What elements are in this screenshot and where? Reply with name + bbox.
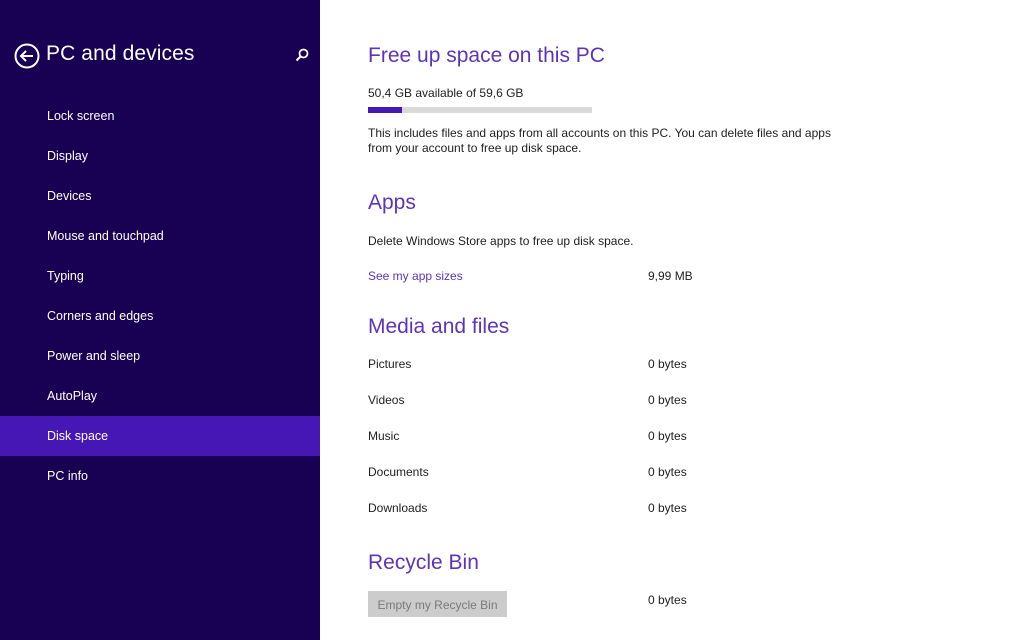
sidebar: PC and devices Lock screen Display Devic… [0,0,320,640]
storage-usage-fill [368,107,403,113]
search-button[interactable] [294,47,310,63]
sidebar-item-corners-and-edges[interactable]: Corners and edges [0,296,320,336]
storage-available-text: 50,4 GB available of 59,6 GB [368,86,524,100]
sidebar-nav: Lock screen Display Devices Mouse and to… [0,96,320,496]
apps-title: Apps [368,191,416,214]
see-my-app-sizes-link[interactable]: See my app sizes [368,269,463,283]
media-row-music-value: 0 bytes [648,429,687,443]
sidebar-header: PC and devices [14,40,310,74]
recycle-bin-title: Recycle Bin [368,551,479,574]
sidebar-item-autoplay[interactable]: AutoPlay [0,376,320,416]
sidebar-item-typing[interactable]: Typing [0,256,320,296]
media-row-downloads-value: 0 bytes [648,501,687,515]
settings-window: PC and devices Lock screen Display Devic… [0,0,1024,640]
media-row-videos-value: 0 bytes [648,393,687,407]
free-space-title: Free up space on this PC [368,44,605,67]
media-row-documents-label: Documents [368,465,429,479]
apps-size-value: 9,99 MB [648,269,693,283]
media-and-files-title: Media and files [368,315,510,338]
apps-description: Delete Windows Store apps to free up dis… [368,234,634,248]
sidebar-item-display[interactable]: Display [0,136,320,176]
back-arrow-icon [14,43,40,69]
sidebar-item-pc-info[interactable]: PC info [0,456,320,496]
free-space-description: This includes files and apps from all ac… [368,126,831,155]
media-row-downloads-label: Downloads [368,501,428,515]
sidebar-item-power-and-sleep[interactable]: Power and sleep [0,336,320,376]
sidebar-title: PC and devices [46,42,195,65]
storage-usage-bar [368,107,592,113]
recycle-bin-size-value: 0 bytes [648,593,687,607]
media-row-music-label: Music [368,429,400,443]
sidebar-item-lock-screen[interactable]: Lock screen [0,96,320,136]
media-row-pictures-label: Pictures [368,357,412,371]
empty-recycle-bin-button[interactable]: Empty my Recycle Bin [368,591,507,617]
media-row-documents-value: 0 bytes [648,465,687,479]
media-row-videos-label: Videos [368,393,405,407]
sidebar-item-mouse-and-touchpad[interactable]: Mouse and touchpad [0,216,320,256]
sidebar-item-disk-space[interactable]: Disk space [0,416,320,456]
back-button[interactable] [14,43,40,69]
search-icon [295,48,309,62]
media-row-pictures-value: 0 bytes [648,357,687,371]
sidebar-item-devices[interactable]: Devices [0,176,320,216]
main-content: Free up space on this PC 50,4 GB availab… [368,0,988,640]
